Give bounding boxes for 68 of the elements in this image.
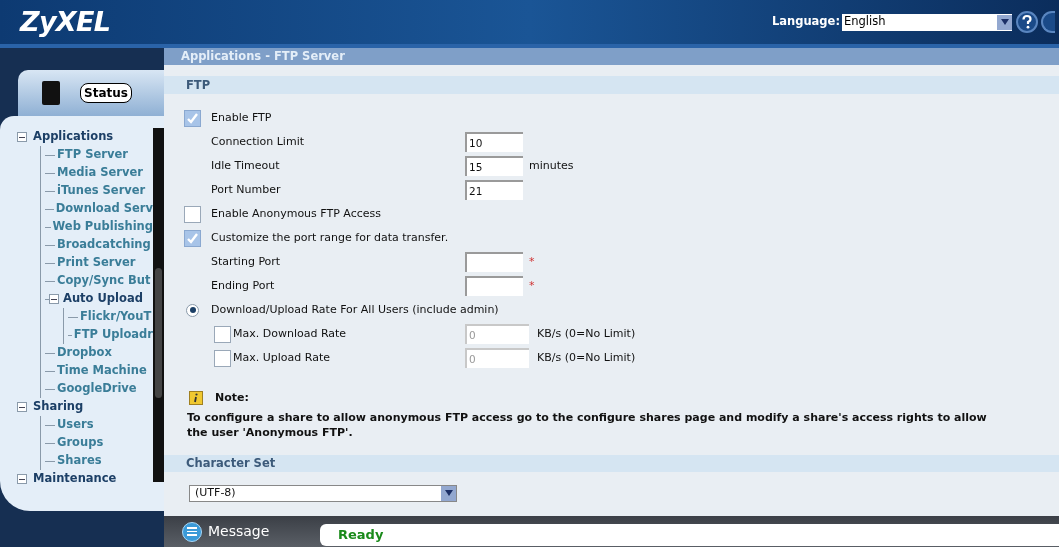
dropdown-icon <box>441 485 456 501</box>
field-label: Enable Anonymous FTP Access <box>211 205 381 222</box>
tree-item[interactable]: Flickr/YouT <box>80 308 152 326</box>
tree-item[interactable]: Applications <box>33 128 114 146</box>
tree-item[interactable]: Copy/Sync But <box>57 272 151 290</box>
checkbox[interactable] <box>184 109 201 127</box>
scrollbar[interactable] <box>153 128 164 482</box>
field-label: Max. Download Rate <box>233 325 347 342</box>
field-label: Idle Timeout <box>211 157 280 174</box>
server-icon <box>40 80 62 106</box>
field-label: Ending Port <box>211 277 275 294</box>
tree-item[interactable]: Web Publishing <box>52 218 153 236</box>
logo: ZyXEL <box>20 4 111 39</box>
message-label: Message <box>208 522 271 541</box>
input-field[interactable] <box>465 276 523 296</box>
collapse-icon[interactable] <box>17 474 27 484</box>
section-header: Character Set <box>164 454 1059 472</box>
required-mark: * <box>529 277 535 294</box>
tree-item[interactable]: Print Server <box>57 254 136 272</box>
tree-item[interactable]: Sharing <box>33 398 84 416</box>
tree-item[interactable]: Users <box>57 416 94 434</box>
field-label: Max. Upload Rate <box>233 349 330 366</box>
status-field: Ready <box>320 524 1059 546</box>
unit-label: KB/s (0=No Limit) <box>537 349 636 366</box>
field-label: Download/Upload Rate For All Users (include admin) <box>211 301 499 318</box>
info-icon <box>189 391 203 406</box>
checkbox[interactable] <box>184 205 201 223</box>
tree-item[interactable]: Auto Upload <box>63 290 143 308</box>
language-label: Language: <box>771 13 840 31</box>
field-label: Enable FTP <box>211 109 272 126</box>
unit-label: minutes <box>529 157 574 174</box>
tree-item[interactable]: Media Server <box>57 164 143 182</box>
input-field[interactable]: 21 <box>465 180 523 200</box>
collapse-icon[interactable] <box>17 132 27 142</box>
radio-button[interactable] <box>186 303 199 317</box>
field-label: Customize the port range for data transfer. <box>211 229 449 246</box>
note-text: To configure a share to allow anonymous FTP access go to the configure shares page and modify a share's access rights to allow the user 'Anonymous FTP'. <box>186 409 988 440</box>
unit-label: KB/s (0=No Limit) <box>537 325 636 342</box>
language-select[interactable]: English <box>842 13 1012 31</box>
field-label: Starting Port <box>211 253 281 270</box>
page-title: Applications - FTP Server <box>164 48 1059 65</box>
field-label: Port Number <box>211 181 281 198</box>
status-tab[interactable]: Status <box>18 70 164 116</box>
tree-item[interactable]: Groups <box>57 434 104 452</box>
field-label: Connection Limit <box>211 133 304 150</box>
tree-item[interactable]: FTP Server <box>57 146 128 164</box>
tree-item[interactable]: iTunes Server <box>57 182 146 200</box>
required-mark: * <box>529 253 535 270</box>
dropdown-icon <box>997 14 1012 30</box>
tree-item[interactable]: Time Machine <box>57 362 147 380</box>
tree-item[interactable]: Shares <box>57 452 102 470</box>
charset-select[interactable]: (UTF-8) <box>189 484 457 502</box>
input-field[interactable]: 15 <box>465 156 523 176</box>
input-field[interactable]: 10 <box>465 132 523 152</box>
note-title: Note: <box>215 390 249 406</box>
message-icon <box>182 521 202 542</box>
tree-item[interactable]: FTP Uploadr <box>73 326 153 344</box>
checkbox[interactable] <box>184 229 201 247</box>
collapse-icon[interactable] <box>49 294 59 304</box>
tree-item[interactable]: GoogleDrive <box>57 380 137 398</box>
tree-item[interactable]: Dropbox <box>57 344 112 362</box>
input-field[interactable] <box>465 252 523 272</box>
tree-item[interactable]: Broadcatching <box>57 236 151 254</box>
tree-item[interactable]: Download Serv <box>55 200 153 218</box>
help-icon[interactable] <box>1016 11 1038 33</box>
tree-item[interactable]: Maintenance <box>33 470 117 488</box>
collapse-icon[interactable] <box>17 402 27 412</box>
section-header: FTP <box>164 76 1059 94</box>
